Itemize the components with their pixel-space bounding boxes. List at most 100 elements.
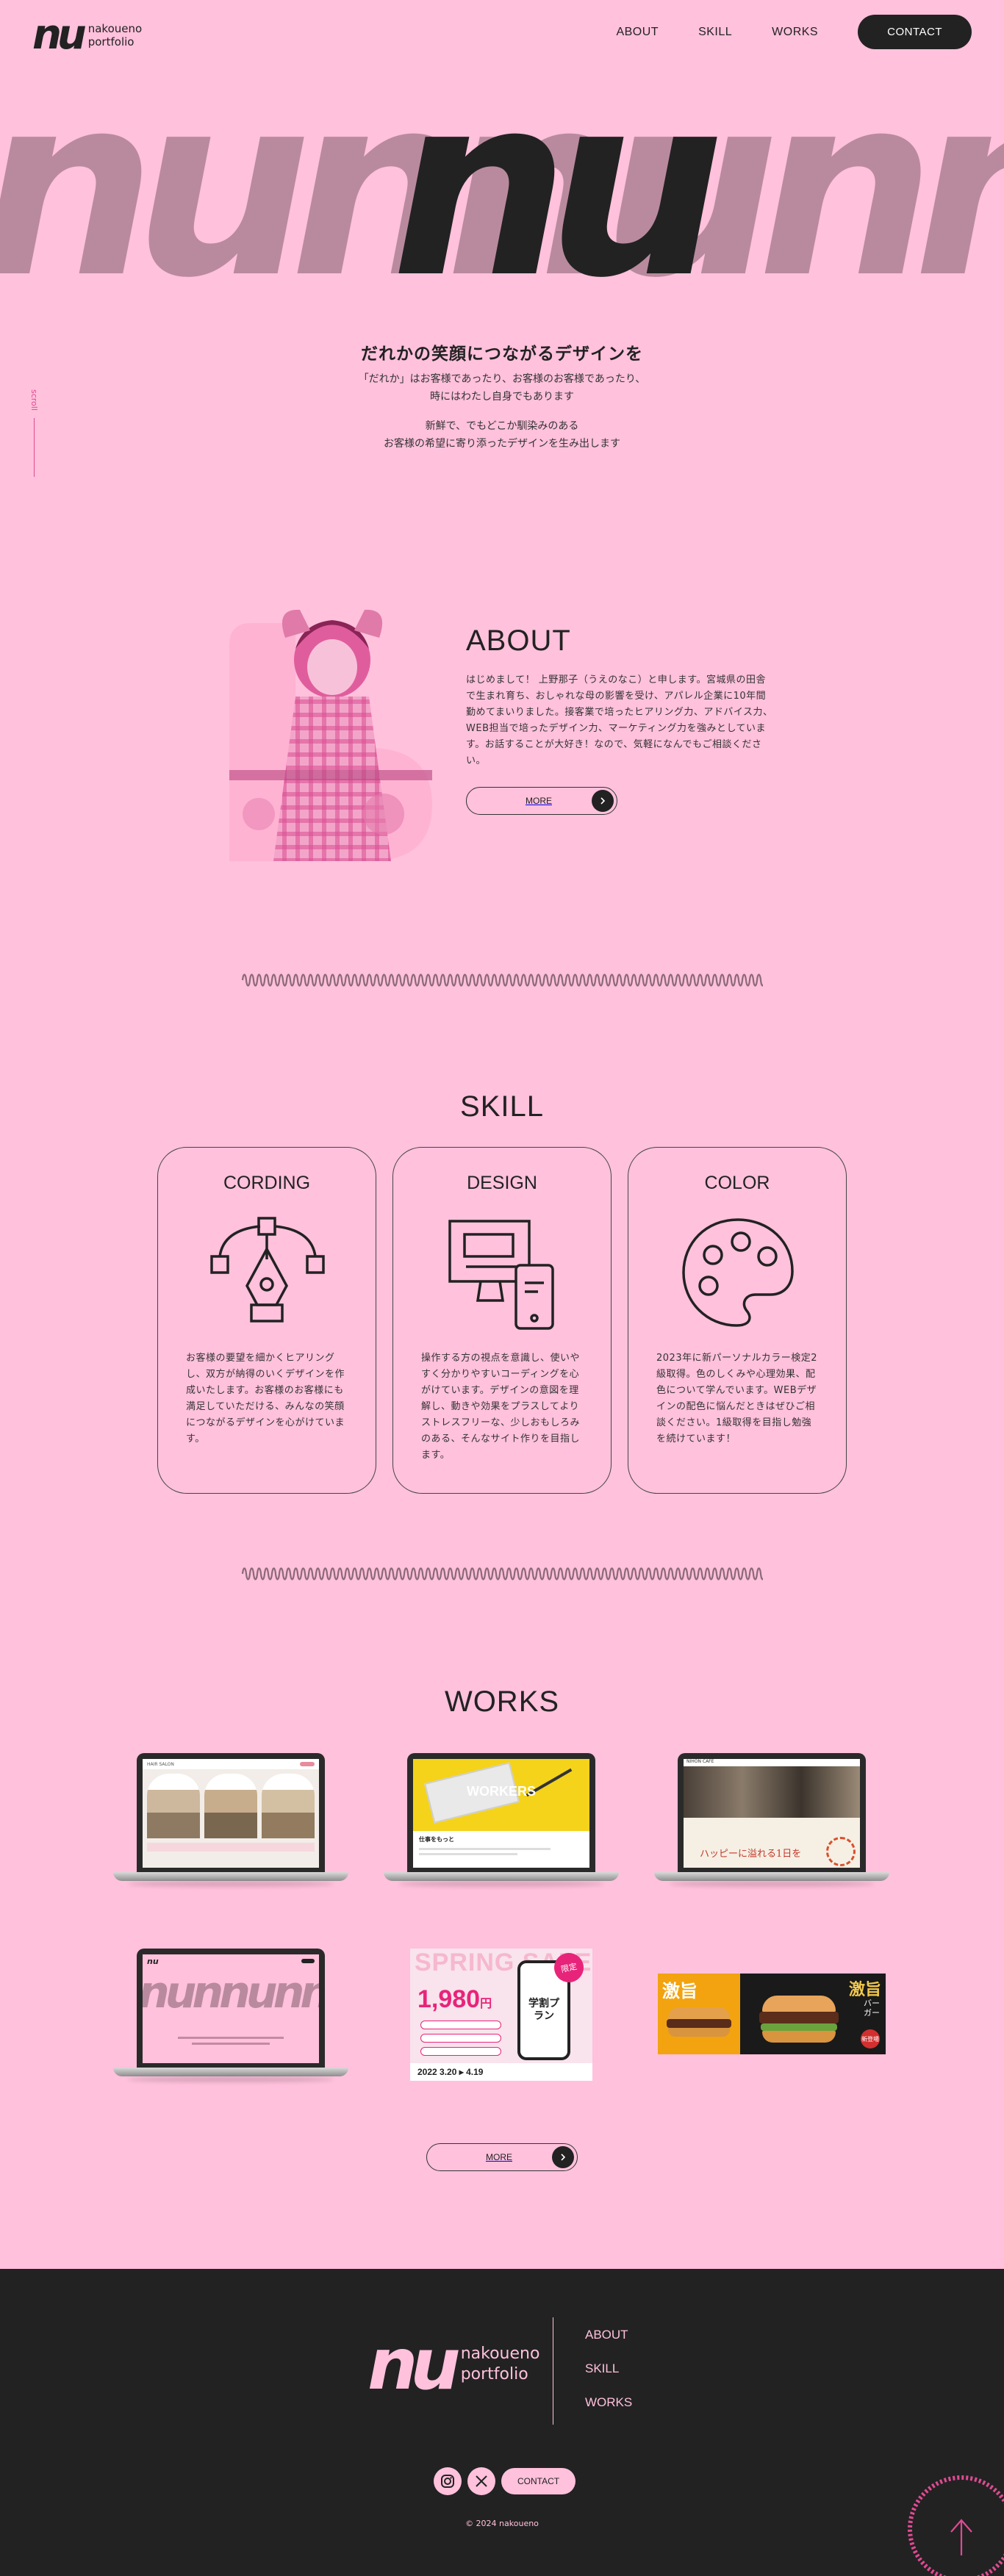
logo-line1: nakoueno bbox=[87, 22, 143, 35]
nav-skill[interactable]: SKILL bbox=[698, 26, 732, 39]
footer-nav-works[interactable]: WORKS bbox=[585, 2395, 632, 2410]
screen-cafe: NIHON CAFE ハッピーに溢れる1日を bbox=[684, 1759, 860, 1868]
laptop-base bbox=[384, 1872, 619, 1881]
screen-salon: HAIR SALON bbox=[143, 1759, 319, 1868]
card-text: 2023年に新パーソナルカラー検定2級取得。色のしくみや心理効果、配色について学… bbox=[656, 1353, 817, 1444]
cafe-logo: NIHON CAFE bbox=[684, 1759, 860, 1766]
spring-dates: 2022 3.20 ▸ 4.19 bbox=[410, 2063, 592, 2081]
portfolio-letters: nunnunnu bbox=[143, 1967, 319, 2018]
footer-social: CONTACT bbox=[434, 2467, 576, 2495]
more-label: MORE bbox=[526, 796, 552, 806]
logo[interactable]: nu nakoueno portfolio bbox=[32, 15, 142, 56]
footer-nav-about[interactable]: ABOUT bbox=[585, 2328, 632, 2342]
footer-contact-button[interactable]: CONTACT bbox=[501, 2468, 576, 2494]
laptop-shadow bbox=[128, 1881, 334, 1887]
laptop-base bbox=[113, 2068, 348, 2076]
laptop-screen: WORKERS 仕事をもっと bbox=[407, 1753, 595, 1874]
work-item-spring-sale[interactable]: SPRING SALE 1,980円 学割プラン 限定 2022 3.20 ▸ … bbox=[410, 1949, 592, 2081]
card-title: CORDING bbox=[223, 1173, 311, 1193]
scroll-label: scroll bbox=[29, 389, 39, 411]
x-twitter-icon[interactable] bbox=[467, 2467, 495, 2495]
laptop-base bbox=[113, 1872, 348, 1881]
hero-para2-line2: お客様の希望に寄り添ったデザインを生み出します bbox=[384, 438, 620, 450]
copyright: © 2024 nakoueno bbox=[465, 2519, 539, 2528]
hero-paragraph-2: 新鮮で、でもどこか馴染みのある お客様の希望に寄り添ったデザインを生み出します bbox=[0, 417, 1004, 453]
work-item-cafe[interactable]: NIHON CAFE ハッピーに溢れる1日を bbox=[654, 1749, 889, 1896]
hero-paragraph-1: 「だれか」はお客様であったり、お客様のお客様であったり、 時にはわたし自身でもあ… bbox=[0, 370, 1004, 406]
about-photo bbox=[229, 609, 432, 861]
laptop-base bbox=[654, 1872, 889, 1881]
arrow-up-icon bbox=[950, 2519, 972, 2555]
burger-left: 激旨 bbox=[658, 1974, 740, 2054]
chevron-right-icon bbox=[592, 790, 614, 812]
contact-button[interactable]: CONTACT bbox=[858, 15, 972, 49]
spring-yen: 円 bbox=[480, 1998, 492, 2010]
burger-right-sub: バーガー bbox=[864, 1998, 880, 2018]
burger-right: 激旨 バーガー 新登場 bbox=[740, 1974, 886, 2054]
laptop-shadow bbox=[398, 1881, 604, 1887]
workers-title: WORKERS bbox=[467, 1784, 536, 1799]
scroll-indicator: scroll bbox=[29, 389, 39, 477]
footer-logo-line2: portfolio bbox=[460, 2365, 528, 2383]
nav-about[interactable]: ABOUT bbox=[616, 26, 659, 39]
burger-left-title: 激旨 bbox=[662, 1981, 698, 2001]
hero-para2-line1: 新鮮で、でもどこか馴染みのある bbox=[425, 420, 579, 432]
work-item-portfolio[interactable]: nu nunnunnu bbox=[113, 1944, 348, 2091]
more-label: MORE bbox=[486, 2152, 512, 2162]
about-more-button[interactable]: MORE bbox=[466, 787, 617, 815]
nav-works[interactable]: WORKS bbox=[772, 26, 818, 39]
burger-right-title: 激旨 bbox=[848, 1981, 881, 1999]
palette-icon bbox=[682, 1218, 794, 1327]
card-title: DESIGN bbox=[467, 1173, 537, 1193]
card-text: 操作する方の視点を意識し、使いやすく分かりやすいコーディングを心がけています。デ… bbox=[421, 1353, 581, 1461]
main-nav: ABOUT SKILL WORKS CONTACT bbox=[616, 15, 972, 49]
skill-title: SKILL bbox=[460, 1090, 544, 1123]
page-top-button[interactable] bbox=[898, 2466, 1004, 2576]
hero-catchcopy: だれかの笑顔につながるデザインを 「だれか」はお客様であったり、お客様のお客様で… bbox=[0, 339, 1004, 453]
footer-logo-mark: nu bbox=[367, 2323, 461, 2406]
work-item-workers[interactable]: WORKERS 仕事をもっと bbox=[384, 1749, 619, 1896]
about-section: ABOUT はじめまして！ 上野那子（うえのなこ）と申します。宮城県の田舎で生ま… bbox=[466, 625, 775, 815]
cafe-sub: ハッピーに溢れる1日を bbox=[700, 1849, 802, 1860]
skill-card-cording: CORDING お客様の要望を細かくヒアリングし、双方が納得のいくデザインを作成… bbox=[157, 1147, 376, 1494]
laptop-shadow bbox=[128, 2076, 334, 2082]
logo-line2: portfolio bbox=[87, 35, 135, 48]
footer-logo-line1: nakoueno bbox=[460, 2345, 540, 2363]
instagram-icon[interactable] bbox=[434, 2467, 462, 2495]
skill-card-design: DESIGN 操作する方の視点を意識し、使いやすく分かりやすいコーディングを心が… bbox=[392, 1147, 612, 1494]
laptop-screen: NIHON CAFE ハッピーに溢れる1日を bbox=[678, 1753, 866, 1874]
wave-divider bbox=[241, 974, 763, 987]
work-item-salon[interactable]: HAIR SALON bbox=[113, 1749, 348, 1896]
about-text: はじめまして！ 上野那子（うえのなこ）と申します。宮城県の田舎で生まれ育ち、おし… bbox=[466, 674, 773, 766]
scroll-line bbox=[34, 417, 35, 477]
hero-letters: nunnunnu nu bbox=[0, 92, 1004, 305]
footer-logo-text: nakoueno portfolio bbox=[461, 2344, 540, 2385]
footer: nu nakoueno portfolio ABOUT SKILL WORKS … bbox=[0, 2269, 1004, 2576]
footer-logo[interactable]: nu nakoueno portfolio bbox=[367, 2329, 539, 2400]
spring-plan: 学割プラン bbox=[528, 1998, 559, 2022]
workers-sub: 仕事をもっと bbox=[419, 1836, 454, 1843]
about-title: ABOUT bbox=[466, 625, 571, 657]
footer-nav-skill[interactable]: SKILL bbox=[585, 2361, 632, 2376]
spring-price: 1,980 bbox=[417, 1985, 481, 2013]
laptop-shadow bbox=[669, 1881, 875, 1887]
logo-text: nakoueno portfolio bbox=[88, 22, 142, 48]
works-more-button[interactable]: MORE bbox=[426, 2143, 578, 2171]
hero-para1-line1: 「だれか」はお客様であったり、お客様のお客様であったり、 bbox=[358, 373, 646, 385]
salon-logo: HAIR SALON bbox=[147, 1761, 174, 1767]
screen-portfolio: nu nunnunnu bbox=[143, 1954, 319, 2063]
hero-accent-letters: nu bbox=[391, 92, 725, 305]
card-title: COLOR bbox=[704, 1173, 770, 1193]
laptop-screen: HAIR SALON bbox=[137, 1753, 325, 1874]
works-title: WORKS bbox=[444, 1685, 560, 1718]
pen-tool-icon bbox=[210, 1217, 325, 1323]
hero-heading: だれかの笑顔につながるデザインを bbox=[361, 345, 643, 364]
laptop-screen: nu nunnunnu bbox=[137, 1949, 325, 2069]
card-text: お客様の要望を細かくヒアリングし、双方が納得のいくデザインを作成いたします。お客… bbox=[186, 1353, 345, 1444]
work-item-burger[interactable]: 激旨 激旨 バーガー 新登場 bbox=[658, 1974, 886, 2054]
skill-card-color: COLOR 2023年に新パーソナルカラー検定2級取得。色のしくみや心理効果、配… bbox=[628, 1147, 847, 1494]
chevron-right-icon bbox=[552, 2146, 574, 2168]
wave-divider bbox=[241, 1567, 763, 1580]
logo-mark: nu bbox=[32, 11, 87, 59]
hero-para1-line2: 時にはわたし自身でもあります bbox=[430, 391, 574, 403]
